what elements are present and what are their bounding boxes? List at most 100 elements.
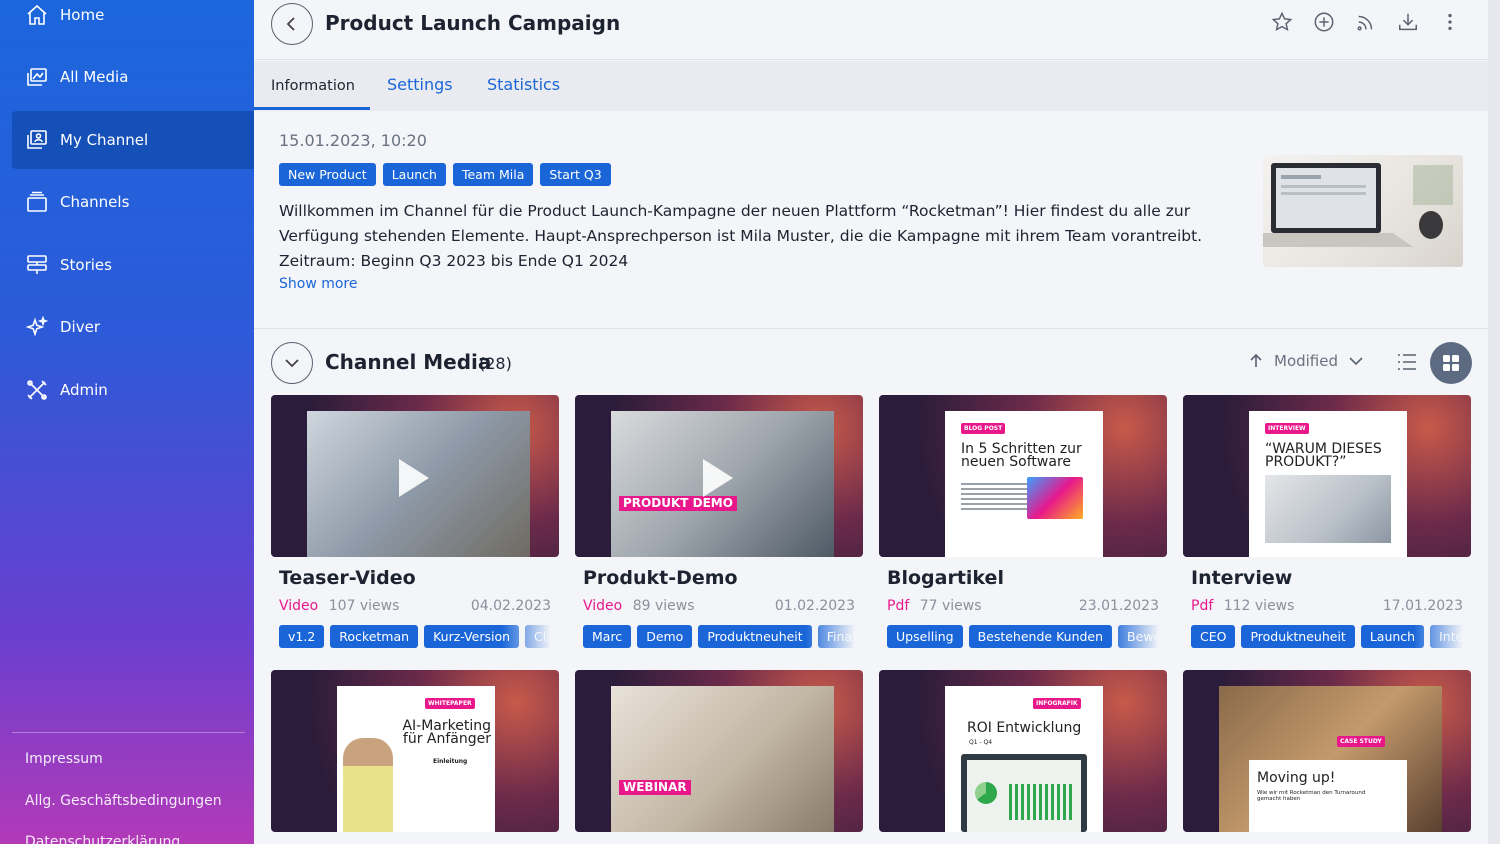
- media-date: 01.02.2023: [774, 598, 855, 614]
- media-card[interactable]: PRODUKT DEMO Produkt-Demo Video 89 views…: [575, 395, 863, 648]
- main-content: Product Launch Campaign Information Sett…: [254, 0, 1488, 844]
- impressum-link[interactable]: Impressum: [25, 751, 103, 767]
- doc-badge: CASE STUDY: [1337, 736, 1385, 747]
- media-date: 04.02.2023: [470, 598, 551, 614]
- tab-information[interactable]: Information: [271, 78, 355, 94]
- sort-label: Modified: [1274, 352, 1339, 370]
- tag-chip[interactable]: Produktneuheit: [698, 625, 812, 648]
- sidebar-item-label: Channels: [60, 193, 130, 211]
- sidebar-item-label: Home: [60, 6, 105, 24]
- tag-chip[interactable]: Bewerbung: [1118, 625, 1159, 648]
- tag-chip[interactable]: Rocketman: [330, 625, 419, 648]
- media-thumbnail: WEBINAR: [575, 670, 863, 832]
- page-title: Product Launch Campaign: [325, 11, 621, 35]
- rss-icon[interactable]: [1354, 10, 1378, 34]
- media-thumbnail: INFOGRAFIK ROI Entwicklung Q1 - Q4: [879, 670, 1167, 832]
- channel-media-header: Channel Media (28) Modified: [254, 330, 1488, 392]
- tag-chip[interactable]: Launch: [1360, 625, 1425, 648]
- sidebar-item-label: Admin: [60, 381, 108, 399]
- media-views: 89 views: [632, 598, 695, 614]
- chevron-down-icon: [1349, 357, 1363, 366]
- tag-chip[interactable]: Final: [817, 625, 855, 648]
- media-date: 17.01.2023: [1382, 598, 1463, 614]
- doc-title: ROI Entwicklung: [967, 720, 1082, 736]
- show-more-link[interactable]: Show more: [279, 276, 358, 292]
- media-views: 107 views: [328, 598, 400, 614]
- media-meta: Pdf 77 views 23.01.2023: [887, 598, 1159, 614]
- tag-chip[interactable]: Team Mila: [452, 163, 534, 186]
- sidebar-item-admin[interactable]: Admin: [12, 361, 254, 419]
- tag-chip[interactable]: v1.2: [279, 625, 325, 648]
- sidebar-item-all-media[interactable]: All Media: [12, 48, 254, 106]
- tag-chip[interactable]: Produktneuheit: [1241, 625, 1355, 648]
- media-thumbnail: BLOG POST In 5 Schritten zur neuen Softw…: [879, 395, 1167, 557]
- media-thumbnail: [271, 395, 559, 557]
- arrow-up-icon: [1250, 353, 1262, 367]
- media-thumbnail: Moving up! Wie wir mit Rocketman den Tur…: [1183, 670, 1471, 832]
- back-button[interactable]: [271, 3, 313, 45]
- chevron-down-icon: [285, 359, 299, 368]
- sidebar-item-stories[interactable]: Stories: [12, 236, 254, 294]
- collapse-button[interactable]: [271, 342, 313, 384]
- media-icon: [24, 64, 50, 90]
- tag-chip[interactable]: New Product: [279, 163, 376, 186]
- media-tags: v1.2 Rocketman Kurz-Version Clip: [279, 625, 551, 648]
- tag-chip[interactable]: Clip: [525, 625, 551, 648]
- media-card[interactable]: WHITEPAPER AI-Marketing für Anfänger Ein…: [271, 670, 559, 832]
- tag-chip[interactable]: Demo: [637, 625, 693, 648]
- tag-chip[interactable]: Start Q3: [540, 163, 611, 186]
- sidebar-item-home[interactable]: Home: [12, 0, 254, 44]
- privacy-link[interactable]: Datenschutzerklärung: [25, 834, 180, 844]
- media-tags: CEO Produktneuheit Launch Interview: [1191, 625, 1463, 648]
- doc-badge: INFOGRAFIK: [1033, 698, 1081, 709]
- sort-control[interactable]: Modified: [1248, 352, 1364, 370]
- tab-statistics[interactable]: Statistics: [487, 75, 560, 94]
- tag-chip[interactable]: Marc: [583, 625, 632, 648]
- thumbnail-overlay-label: PRODUKT DEMO: [619, 496, 737, 511]
- list-view-button[interactable]: [1395, 350, 1421, 376]
- media-card[interactable]: BLOG POST In 5 Schritten zur neuen Softw…: [879, 395, 1167, 648]
- media-card[interactable]: Teaser-Video Video 107 views 04.02.2023 …: [271, 395, 559, 648]
- tab-settings[interactable]: Settings: [387, 75, 453, 94]
- media-card[interactable]: Moving up! Wie wir mit Rocketman den Tur…: [1183, 670, 1471, 832]
- media-type: Pdf: [887, 598, 910, 614]
- doc-badge: WHITEPAPER: [425, 698, 475, 709]
- media-title: Produkt-Demo: [583, 567, 738, 589]
- sidebar-item-label: All Media: [60, 68, 129, 86]
- sidebar-item-diver[interactable]: Diver: [12, 298, 254, 356]
- tab-bar: Information Settings Statistics: [254, 61, 1488, 111]
- agb-link[interactable]: Allg. Geschäftsbedingungen: [25, 793, 222, 809]
- star-icon[interactable]: [1270, 10, 1294, 34]
- doc-subtitle: Q1 - Q4: [969, 739, 993, 746]
- doc-badge: INTERVIEW: [1265, 423, 1309, 434]
- media-card[interactable]: WEBINAR: [575, 670, 863, 832]
- doc-title: “WARUM DIESES PRODUKT?”: [1265, 441, 1382, 470]
- media-meta: Video 89 views 01.02.2023: [583, 598, 855, 614]
- grid-view-button[interactable]: [1430, 342, 1472, 384]
- stories-icon: [24, 252, 50, 278]
- media-card[interactable]: INTERVIEW “WARUM DIESES PRODUKT?” Interv…: [1183, 395, 1471, 648]
- info-date: 15.01.2023, 10:20: [279, 131, 427, 150]
- media-type: Video: [279, 598, 319, 614]
- tag-chip[interactable]: CEO: [1191, 625, 1236, 648]
- media-card[interactable]: INFOGRAFIK ROI Entwicklung Q1 - Q4: [879, 670, 1167, 832]
- scrollbar[interactable]: [1488, 0, 1500, 844]
- tag-chip[interactable]: Upselling: [887, 625, 963, 648]
- tag-chip[interactable]: Launch: [382, 163, 446, 186]
- doc-badge: BLOG POST: [961, 423, 1006, 434]
- info-tags: New Product Launch Team Mila Start Q3: [279, 163, 611, 186]
- play-icon: [703, 459, 733, 497]
- download-icon[interactable]: [1396, 10, 1420, 34]
- tag-chip[interactable]: Bestehende Kunden: [968, 625, 1113, 648]
- sidebar-item-my-channel[interactable]: My Channel: [12, 111, 254, 169]
- tag-chip[interactable]: Interview: [1430, 625, 1463, 648]
- more-vert-icon[interactable]: [1438, 10, 1462, 34]
- information-panel: 15.01.2023, 10:20 New Product Launch Tea…: [254, 111, 1488, 329]
- media-thumbnail: WHITEPAPER AI-Marketing für Anfänger Ein…: [271, 670, 559, 832]
- media-thumbnail: INTERVIEW “WARUM DIESES PRODUKT?”: [1183, 395, 1471, 557]
- tag-chip[interactable]: Kurz-Version: [424, 625, 520, 648]
- sidebar-item-channels[interactable]: Channels: [12, 173, 254, 231]
- list-icon: [1398, 354, 1416, 370]
- media-type: Video: [583, 598, 623, 614]
- add-circle-icon[interactable]: [1312, 10, 1336, 34]
